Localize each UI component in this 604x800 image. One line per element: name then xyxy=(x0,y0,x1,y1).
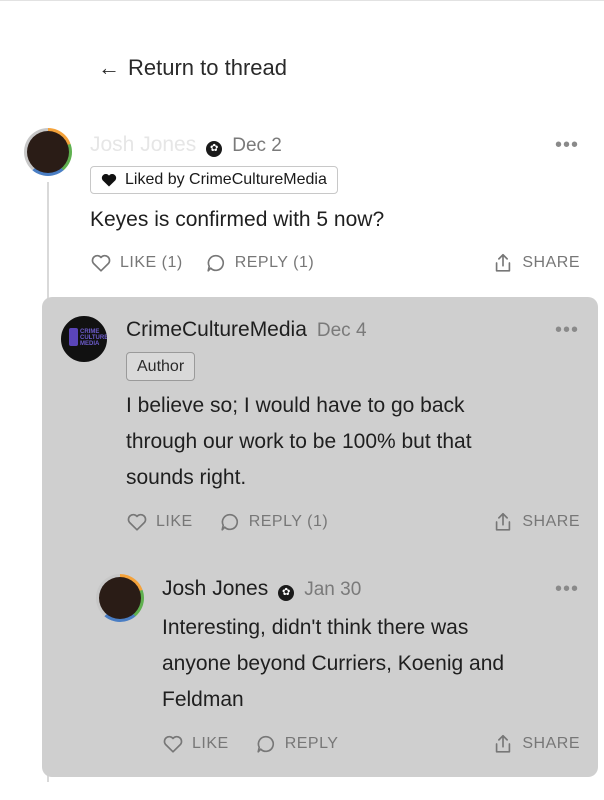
like-button[interactable]: LIKE (1) xyxy=(90,252,183,274)
reply-button[interactable]: REPLY xyxy=(255,733,339,755)
reply-button[interactable]: REPLY (1) xyxy=(219,511,329,533)
top-divider xyxy=(0,0,604,1)
heart-filled-icon xyxy=(101,173,117,187)
reply-button[interactable]: REPLY (1) xyxy=(205,252,315,274)
comment-header: Josh Jones ✿ Jan 30 xyxy=(162,577,361,601)
return-to-thread-label: Return to thread xyxy=(128,55,287,80)
comment-actions: LIKE (1) REPLY (1) SHARE xyxy=(90,252,580,274)
share-upload-icon xyxy=(496,734,511,753)
comment-text: I believe so; I would have to go back th… xyxy=(126,394,472,489)
share-button[interactable]: SHARE xyxy=(492,733,580,755)
avatar[interactable]: CRIME CULTURE MEDIA xyxy=(60,315,108,363)
more-dots-icon[interactable]: ••• xyxy=(555,578,579,601)
liked-by-label: Liked by CrimeCultureMedia xyxy=(125,171,327,188)
comment-actions: LIKE REPLY SHARE xyxy=(162,733,580,755)
like-button[interactable]: LIKE xyxy=(126,511,193,533)
return-to-thread-link[interactable]: ← Return to thread xyxy=(98,54,287,82)
comment-text: Interesting, didn't think there was anyo… xyxy=(162,616,505,711)
heart-icon xyxy=(127,513,147,531)
comment-author[interactable]: Josh Jones xyxy=(162,577,268,601)
comment-bubble-icon xyxy=(257,735,274,753)
crime-culture-media-logo: CRIME CULTURE MEDIA xyxy=(69,328,107,348)
comment-actions: LIKE REPLY (1) SHARE xyxy=(126,511,580,533)
comment-author[interactable]: CrimeCultureMedia xyxy=(126,318,307,342)
avatar[interactable] xyxy=(24,128,72,176)
liked-by-pill: Liked by CrimeCultureMedia xyxy=(90,166,338,194)
comment-header: CrimeCultureMedia Dec 4 xyxy=(126,318,367,342)
comment-bubble-icon xyxy=(221,513,238,531)
comment-text: Keyes is confirmed with 5 now? xyxy=(90,208,385,231)
heart-icon xyxy=(163,735,183,753)
share-upload-icon xyxy=(496,253,511,272)
comment-date[interactable]: Dec 2 xyxy=(232,135,282,157)
more-dots-icon[interactable]: ••• xyxy=(555,319,579,342)
share-upload-icon xyxy=(496,512,511,531)
heart-icon xyxy=(91,254,111,272)
comment-author[interactable]: Josh Jones xyxy=(90,133,196,157)
author-tag: Author xyxy=(126,352,196,381)
avatar[interactable] xyxy=(96,574,144,622)
share-button[interactable]: SHARE xyxy=(492,252,580,274)
more-dots-icon[interactable]: ••• xyxy=(555,134,579,157)
founding-badge-icon: ✿ xyxy=(206,141,223,157)
arrow-left-icon: ← xyxy=(98,55,120,80)
comment-date[interactable]: Dec 4 xyxy=(317,320,367,342)
share-button[interactable]: SHARE xyxy=(492,511,580,533)
like-button[interactable]: LIKE xyxy=(162,733,229,755)
comment-header: Josh Jones ✿ Dec 2 xyxy=(90,133,282,157)
comment-bubble-icon xyxy=(207,254,224,272)
founding-badge-icon: ✿ xyxy=(278,585,295,601)
comment-date[interactable]: Jan 30 xyxy=(304,579,361,601)
